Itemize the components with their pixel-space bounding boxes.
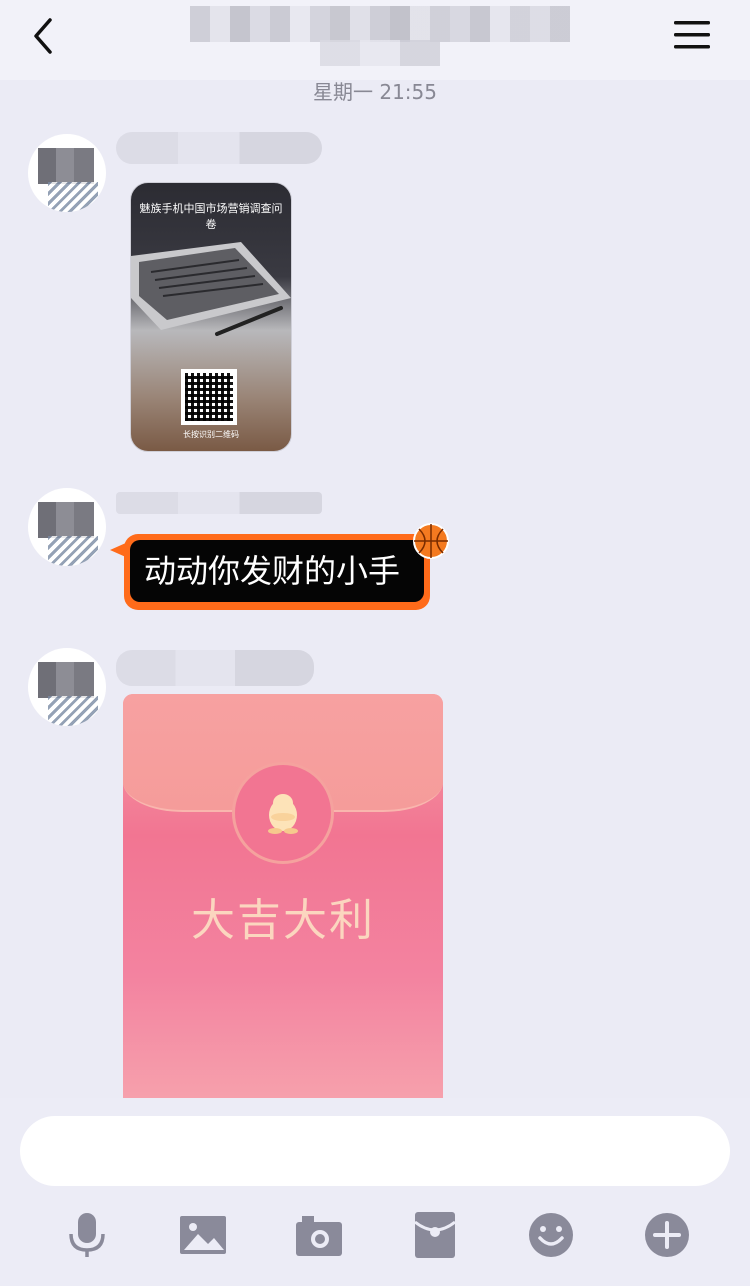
plus-icon — [645, 1213, 689, 1257]
hamburger-menu-icon — [674, 21, 710, 49]
menu-button[interactable] — [672, 16, 714, 56]
avatar[interactable] — [28, 134, 106, 212]
card-footer: 长按识别二维码 — [183, 430, 239, 439]
qr-code — [181, 369, 237, 425]
card-title: 魅族手机中国市场营销调查问卷 — [139, 202, 283, 231]
chat-header — [0, 0, 750, 80]
message-input[interactable] — [20, 1116, 730, 1186]
text-message: 动动你发财的小手 — [110, 523, 450, 616]
message-bubble[interactable]: 动动你发财的小手 — [124, 534, 430, 610]
image-message-card[interactable]: 魅族手机中国市场营销调查问卷 长按识别二维码 — [130, 182, 292, 452]
input-bar — [0, 1098, 750, 1286]
message-text: 动动你发财的小手 — [130, 540, 424, 602]
emoji-icon — [529, 1213, 573, 1257]
chevron-left-icon — [34, 18, 52, 54]
microphone-icon — [69, 1213, 105, 1257]
gallery-button[interactable] — [178, 1210, 228, 1260]
image-icon — [180, 1216, 226, 1254]
voice-button[interactable] — [62, 1210, 112, 1260]
emoji-button[interactable] — [526, 1210, 576, 1260]
camera-icon — [296, 1216, 342, 1256]
red-envelope-icon — [414, 1212, 456, 1258]
chat-subtitle-redacted — [320, 40, 440, 66]
basketball-icon — [413, 523, 449, 559]
camera-button[interactable] — [294, 1210, 344, 1260]
back-button[interactable] — [26, 14, 66, 58]
avatar[interactable] — [28, 648, 106, 726]
red-envelope-button[interactable] — [410, 1210, 460, 1260]
envelope-greeting: 大吉大利 — [191, 895, 375, 946]
sender-name-redacted — [116, 650, 314, 686]
more-button[interactable] — [642, 1210, 692, 1260]
sender-name-redacted — [116, 492, 322, 514]
red-envelope-message[interactable]: 大吉大利 — [123, 694, 443, 1098]
chat-title-redacted — [190, 6, 570, 42]
sender-name-redacted — [116, 132, 322, 164]
penguin-icon — [268, 794, 298, 834]
laptop-photo — [131, 242, 291, 336]
avatar[interactable] — [28, 488, 106, 566]
message-timestamp: 星期一 21:55 — [313, 80, 437, 104]
envelope-seal — [232, 762, 334, 864]
